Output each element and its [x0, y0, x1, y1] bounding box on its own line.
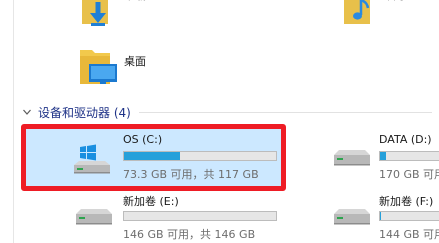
drive-usage-fill: [380, 212, 382, 220]
hard-drive-icon: [334, 209, 370, 225]
drive-usage-fill: [124, 152, 181, 160]
drive-free-space: 73.3 GB 可用，共 117 GB: [123, 168, 259, 181]
navigation-pane-border: [13, 0, 14, 243]
drive-usage-bar: [379, 211, 439, 221]
folder-music[interactable]: 音乐: [332, 0, 432, 30]
drive-usage-fill: [380, 152, 386, 160]
desktop-folder-icon: [80, 50, 117, 84]
drive-usage-bar: [123, 211, 277, 221]
downloads-folder-icon: [82, 0, 108, 26]
section-divider: [138, 111, 432, 113]
folder-name: 下载: [124, 0, 146, 3]
drive-label: 新加卷 (E:): [123, 195, 179, 208]
drive-e[interactable]: 新加卷 (E:) 146 GB 可用，共 146 GB: [70, 190, 290, 243]
folder-name: 桌面: [124, 55, 146, 68]
drive-free-space: 144 GB 可用: [379, 228, 439, 241]
drive-label: 新加卷 (F:): [379, 195, 434, 208]
drive-f[interactable]: 新加卷 (F:) 144 GB 可用: [330, 190, 439, 243]
drive-free-space: 170 GB 可用: [379, 168, 439, 181]
drive-free-space: 146 GB 可用，共 146 GB: [123, 228, 256, 241]
folder-desktop[interactable]: 桌面: [70, 44, 190, 88]
drive-label: OS (C:): [123, 133, 163, 146]
file-explorer-view: 下载 音乐 桌面 设备和驱动器 (4): [0, 0, 439, 243]
music-folder-icon: [344, 0, 370, 24]
devices-and-drives-header[interactable]: 设备和驱动器 (4): [22, 103, 432, 121]
drive-c[interactable]: OS (C:) 73.3 GB 可用，共 117 GB: [26, 129, 281, 186]
windows-drive-icon: [74, 144, 110, 174]
drive-usage-bar: [123, 151, 277, 161]
folder-name: 音乐: [386, 0, 408, 3]
hard-drive-icon: [76, 209, 112, 225]
drive-d[interactable]: DATA (D:) 170 GB 可用: [330, 129, 439, 186]
section-title: 设备和驱动器 (4): [38, 105, 131, 120]
drive-label: DATA (D:): [379, 133, 432, 146]
drive-usage-bar: [379, 151, 439, 161]
hard-drive-icon: [334, 150, 370, 166]
folder-downloads[interactable]: 下载: [70, 0, 190, 30]
chevron-down-icon[interactable]: [22, 107, 32, 117]
